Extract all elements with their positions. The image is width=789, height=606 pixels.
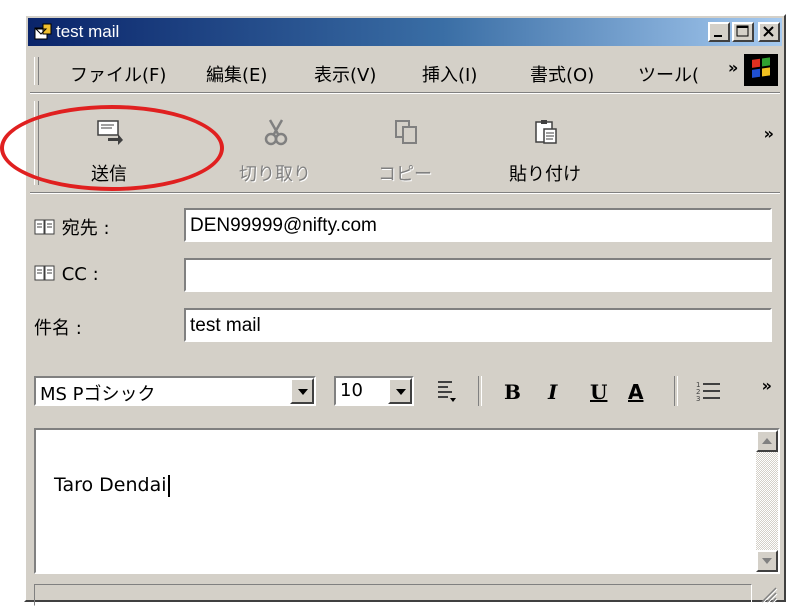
font-name-select[interactable]: MS Pゴシック <box>34 376 316 406</box>
window-title: test mail <box>56 22 120 41</box>
subject-label: 件名 : <box>34 318 82 339</box>
title-bar[interactable]: test mail <box>28 18 782 46</box>
cut-label: 切り取り <box>239 164 311 185</box>
format-overflow-chevron[interactable]: » <box>762 376 772 395</box>
menu-grip[interactable] <box>34 57 39 85</box>
to-field[interactable]: DEN99999@nifty.com <box>184 208 772 242</box>
underline-button[interactable]: U <box>590 380 607 404</box>
maximize-icon <box>736 25 749 37</box>
mail-icon <box>34 23 52 40</box>
cc-row: CC : <box>34 258 772 294</box>
minimize-icon <box>714 35 722 37</box>
menu-file[interactable]: ファイル(F) <box>70 61 166 87</box>
cc-label: CC : <box>61 264 99 285</box>
toolbar-overflow-chevron[interactable]: » <box>764 124 774 143</box>
copy-icon <box>395 120 417 144</box>
send-highlight-circle <box>0 105 224 191</box>
cc-label-group: CC : <box>34 264 99 285</box>
to-row: 宛先 : DEN99999@nifty.com <box>34 208 772 244</box>
close-button[interactable] <box>758 22 780 42</box>
copy-label: コピー <box>378 164 432 185</box>
font-color-button[interactable]: A <box>628 380 643 404</box>
message-body[interactable]: Taro Dendai <box>34 428 780 574</box>
cut-button[interactable]: 切り取り <box>230 98 320 188</box>
font-size-value: 10 <box>340 380 363 401</box>
chevron-down-icon[interactable] <box>388 378 412 404</box>
font-size-select[interactable]: 10 <box>334 376 414 406</box>
header-separator <box>30 192 780 194</box>
format-separator <box>674 376 678 406</box>
menu-bar: ファイル(F) 編集(E) 表示(V) 挿入(I) 書式(O) ツール( » <box>34 54 780 88</box>
address-book-icon[interactable] <box>34 264 56 282</box>
paragraph-style-icon[interactable] <box>434 378 460 404</box>
windows-logo <box>744 54 778 86</box>
resize-grip-icon[interactable] <box>758 584 778 604</box>
menu-edit[interactable]: 編集(E) <box>206 61 267 87</box>
paste-label: 貼り付け <box>509 164 581 185</box>
arrow-up-icon <box>762 438 772 444</box>
to-label-group: 宛先 : <box>34 214 110 240</box>
subject-field[interactable]: test mail <box>184 308 772 342</box>
address-book-icon[interactable] <box>34 218 56 236</box>
format-separator <box>478 376 482 406</box>
scroll-down-button[interactable] <box>756 550 778 572</box>
menu-insert[interactable]: 挿入(I) <box>422 61 477 87</box>
windows-flag-icon <box>752 57 770 78</box>
paste-button[interactable]: 貼り付け <box>500 98 590 188</box>
svg-text:3: 3 <box>696 395 700 403</box>
vertical-scrollbar[interactable] <box>756 430 778 572</box>
body-text: Taro Dendai <box>54 474 167 496</box>
italic-button[interactable]: I <box>548 380 557 404</box>
to-label: 宛先 : <box>61 218 110 239</box>
toolbar-separator <box>30 92 780 94</box>
menu-tools[interactable]: ツール( <box>638 61 699 87</box>
status-bar <box>34 582 780 606</box>
menu-view[interactable]: 表示(V) <box>314 61 376 87</box>
scissors-icon <box>264 119 288 146</box>
mail-window: test mail ファイル(F) 編集(E) 表示(V) 挿入(I) 書式(O… <box>24 14 786 606</box>
menu-format[interactable]: 書式(O) <box>530 61 594 87</box>
font-name-value: MS Pゴシック <box>40 384 156 405</box>
subject-row: 件名 : test mail <box>34 308 772 344</box>
cc-field[interactable] <box>184 258 772 292</box>
message-text[interactable]: Taro Dendai <box>54 474 170 497</box>
text-caret <box>167 474 170 497</box>
close-icon <box>763 26 774 37</box>
chevron-down-icon[interactable] <box>290 378 314 404</box>
paste-icon <box>535 120 557 144</box>
numbered-list-icon[interactable]: 1 2 3 <box>694 378 722 404</box>
minimize-button[interactable] <box>708 22 730 42</box>
arrow-down-icon <box>762 558 772 564</box>
copy-button[interactable]: コピー <box>360 98 450 188</box>
scroll-up-button[interactable] <box>756 430 778 452</box>
bold-button[interactable]: B <box>504 380 521 404</box>
status-panel <box>34 584 752 606</box>
maximize-button[interactable] <box>732 22 754 42</box>
format-toolbar: MS Pゴシック 10 B I U A 1 2 3 » <box>34 370 780 410</box>
menu-overflow-chevron[interactable]: » <box>728 58 738 77</box>
